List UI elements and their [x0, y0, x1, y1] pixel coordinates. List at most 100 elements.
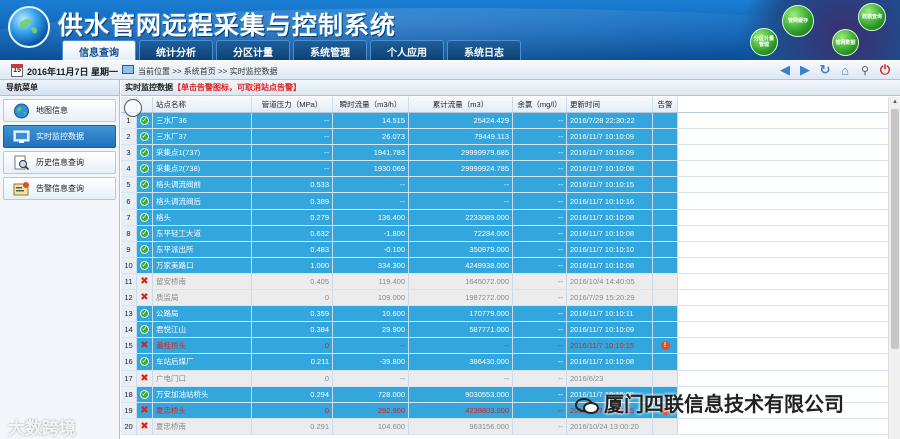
refresh-icon[interactable]: ↻ [818, 62, 832, 77]
row-alarm [653, 113, 678, 129]
sidebar-item-map-info[interactable]: 地图信息 [3, 99, 116, 122]
row-flow: 1930.069 [333, 161, 409, 177]
row-flow: 1941.783 [333, 145, 409, 161]
panel-title-text: 实时监控数据 [125, 83, 173, 92]
arrow-right-icon[interactable]: ▶ [798, 62, 812, 77]
table-row[interactable]: 7 ✓ 格头 0.279 136.400 2233089.000 -- 2016/11/7 1… [121, 209, 888, 226]
row-station-name: 格头 [153, 209, 252, 225]
header-banner: 供水管网远程采集与控制系统 管网缓存 数据查询 分区计量 管理 管网数据 信息查… [0, 0, 900, 60]
row-flow: 109.000 [333, 290, 409, 306]
row-status: ✓ [137, 306, 153, 322]
header-total-flow[interactable]: 累计流量（m3） [409, 97, 513, 112]
row-pressure: -- [252, 145, 333, 161]
sidebar-item-alarm-query[interactable]: 告警信息查询 [3, 177, 116, 200]
row-alarm [653, 129, 678, 145]
status-ok-icon: ✓ [140, 116, 149, 126]
row-chlorine: -- [513, 290, 567, 306]
header-chlorine[interactable]: 余氯（mg/l） [513, 97, 567, 112]
alarm-icon[interactable]: ! [660, 341, 670, 351]
scroll-thumb[interactable] [891, 109, 899, 349]
table-row[interactable]: 16 ✓ 车站后煤厂 0.211 -39.800 386430.000 -- 2016/11/… [121, 354, 888, 371]
row-update-time: 2016/7/29 15:20:29 [567, 290, 653, 306]
row-total-flow: 72284.000 [409, 225, 513, 241]
row-status: ✖ [137, 290, 153, 306]
row-status: ✓ [137, 386, 153, 402]
status-ok-icon: ✓ [140, 164, 149, 174]
row-chlorine: -- [513, 241, 567, 257]
arrow-left-icon[interactable]: ◀ [778, 62, 792, 77]
header-pressure[interactable]: 管道压力（MPa） [252, 97, 333, 112]
table-row[interactable]: 10 ✓ 万家美路口 1.000 334.300 4249938.000 -- 2016/11… [121, 257, 888, 274]
status-ok-icon: ✓ [140, 212, 149, 222]
table-row[interactable]: 1 ✓ 三水厂36 -- 14.515 25424.429 -- 2016/7/28 22:3… [121, 113, 888, 130]
current-date: 2016年11月7日 星期一 [27, 67, 119, 77]
table-row[interactable]: 5 ✓ 格头调流阀前 0.533 -- -- -- 2016/11/7 10:10:15 [121, 177, 888, 194]
home-icon[interactable]: ⌂ [838, 63, 852, 78]
header-station-name[interactable]: 站点名称 [153, 97, 252, 112]
nav-tab-zone-metering[interactable]: 分区计量 [216, 40, 290, 60]
table-row[interactable]: 3 ✓ 采集点1(737) -- 1941.783 29999979.685 -- 2016/… [121, 145, 888, 162]
row-station-name: 东平派出所 [153, 241, 252, 257]
row-pressure: -- [252, 113, 333, 129]
nav-tab-info-query[interactable]: 信息查询 [62, 40, 136, 60]
row-index: 2 [121, 129, 137, 145]
row-filler [678, 370, 888, 386]
table-scrollbar[interactable]: ▲ [888, 97, 900, 439]
table-row[interactable]: 4 ✓ 采集点2(738) -- 1930.069 29999924.785 -- 2016/… [121, 161, 888, 178]
header-filler [678, 97, 888, 112]
table-row[interactable]: 11 ✖ 留安桥南 0.405 119.400 1645072.000 -- 2016/10/… [121, 273, 888, 291]
nav-tab-system-management[interactable]: 系统管理 [293, 40, 367, 60]
row-flow: 136.400 [333, 209, 409, 225]
search-icon[interactable]: ⚲ [858, 63, 872, 77]
row-flow: 10.600 [333, 306, 409, 322]
header-flow[interactable]: 瞬时流量（m3/h） [333, 97, 409, 112]
row-chlorine: -- [513, 145, 567, 161]
row-update-time: 2016/11/7 10:10:10 [567, 241, 653, 257]
row-status: ✓ [137, 177, 153, 193]
row-total-flow: 587771.000 [409, 322, 513, 338]
scroll-up-arrow-icon[interactable]: ▲ [889, 97, 900, 108]
row-total-flow: 1987272.000 [409, 290, 513, 306]
table-row[interactable]: 6 ✓ 格头调流阀后 0.389 -- -- -- 2016/11/7 10:10:16 [121, 193, 888, 210]
table-row[interactable]: 14 ✓ 君悦江山 0.384 29.900 587771.000 -- 2016/11/7 … [121, 322, 888, 339]
sidebar-item-history-query[interactable]: 历史信息查询 [3, 151, 116, 174]
row-flow: 292.900 [333, 402, 409, 418]
row-index: 19 [121, 402, 137, 418]
power-icon[interactable]: ⏻ [878, 62, 892, 77]
alarm-list-icon [13, 182, 29, 196]
watermark-right: 厦门四联信息技术有限公司 [574, 388, 844, 417]
computer-icon [122, 65, 134, 74]
status-ok-icon: ✓ [140, 228, 149, 238]
row-flow: -39.800 [333, 354, 409, 370]
table-row[interactable]: 12 ✖ 质监局 0 109.000 1987272.000 -- 2016/7/29 15:… [121, 290, 888, 307]
status-offline-icon: ✖ [140, 292, 149, 304]
table-row[interactable]: 13 ✓ 公路局 0.359 10.600 170779.000 -- 2016/11/7 1… [121, 306, 888, 323]
nav-tab-personal[interactable]: 个人应用 [370, 40, 444, 60]
table-row[interactable]: 20 ✖ 夏忠桥南 0.291 104.600 963156.000 -- 2016/10/2… [121, 418, 888, 435]
header-update-time[interactable]: 更新时间 [567, 97, 653, 112]
sidebar-item-realtime-data[interactable]: 实时监控数据 [3, 125, 116, 148]
row-flow: 26.073 [333, 129, 409, 145]
sidebar-item-label: 实时监控数据 [36, 132, 84, 141]
row-filler [678, 306, 888, 322]
table-row[interactable]: 2 ✓ 三水厂37 -- 26.073 79449.113 -- 2016/11/7 10:1… [121, 129, 888, 146]
nav-tab-statistics[interactable]: 统计分析 [139, 40, 213, 60]
row-alarm [653, 193, 678, 209]
status-ok-icon: ✓ [140, 357, 149, 367]
status-ok-icon: ✓ [140, 244, 149, 254]
row-filler [678, 161, 888, 177]
row-pressure: 0 [252, 402, 333, 418]
nav-tab-system-log[interactable]: 系统日志 [447, 40, 521, 60]
row-pressure: 0 [252, 290, 333, 306]
table-row[interactable]: 15 ✖ 莆桂桥头 0 -- -- -- 2016/11/7 10:10:15! [121, 338, 888, 355]
table-row[interactable]: 9 ✓ 东平派出所 0.483 -0.100 350979.000 -- 2016/11/7 … [121, 241, 888, 258]
row-chlorine: -- [513, 113, 567, 129]
header-alarm[interactable]: 告警 [653, 97, 678, 112]
deco-bubble-3: 分区计量 管理 [750, 28, 778, 56]
row-total-flow: 1645072.000 [409, 273, 513, 290]
row-alarm [653, 145, 678, 161]
row-pressure: 1.000 [252, 257, 333, 273]
table-row[interactable]: 17 ✖ 广电门口 0 -- -- -- 2016/6/23 [121, 370, 888, 387]
table-row[interactable]: 8 ✓ 东平轻工大道 0.632 -1.800 72284.000 -- 2016/11/7 … [121, 225, 888, 242]
row-index: 11 [121, 273, 137, 290]
